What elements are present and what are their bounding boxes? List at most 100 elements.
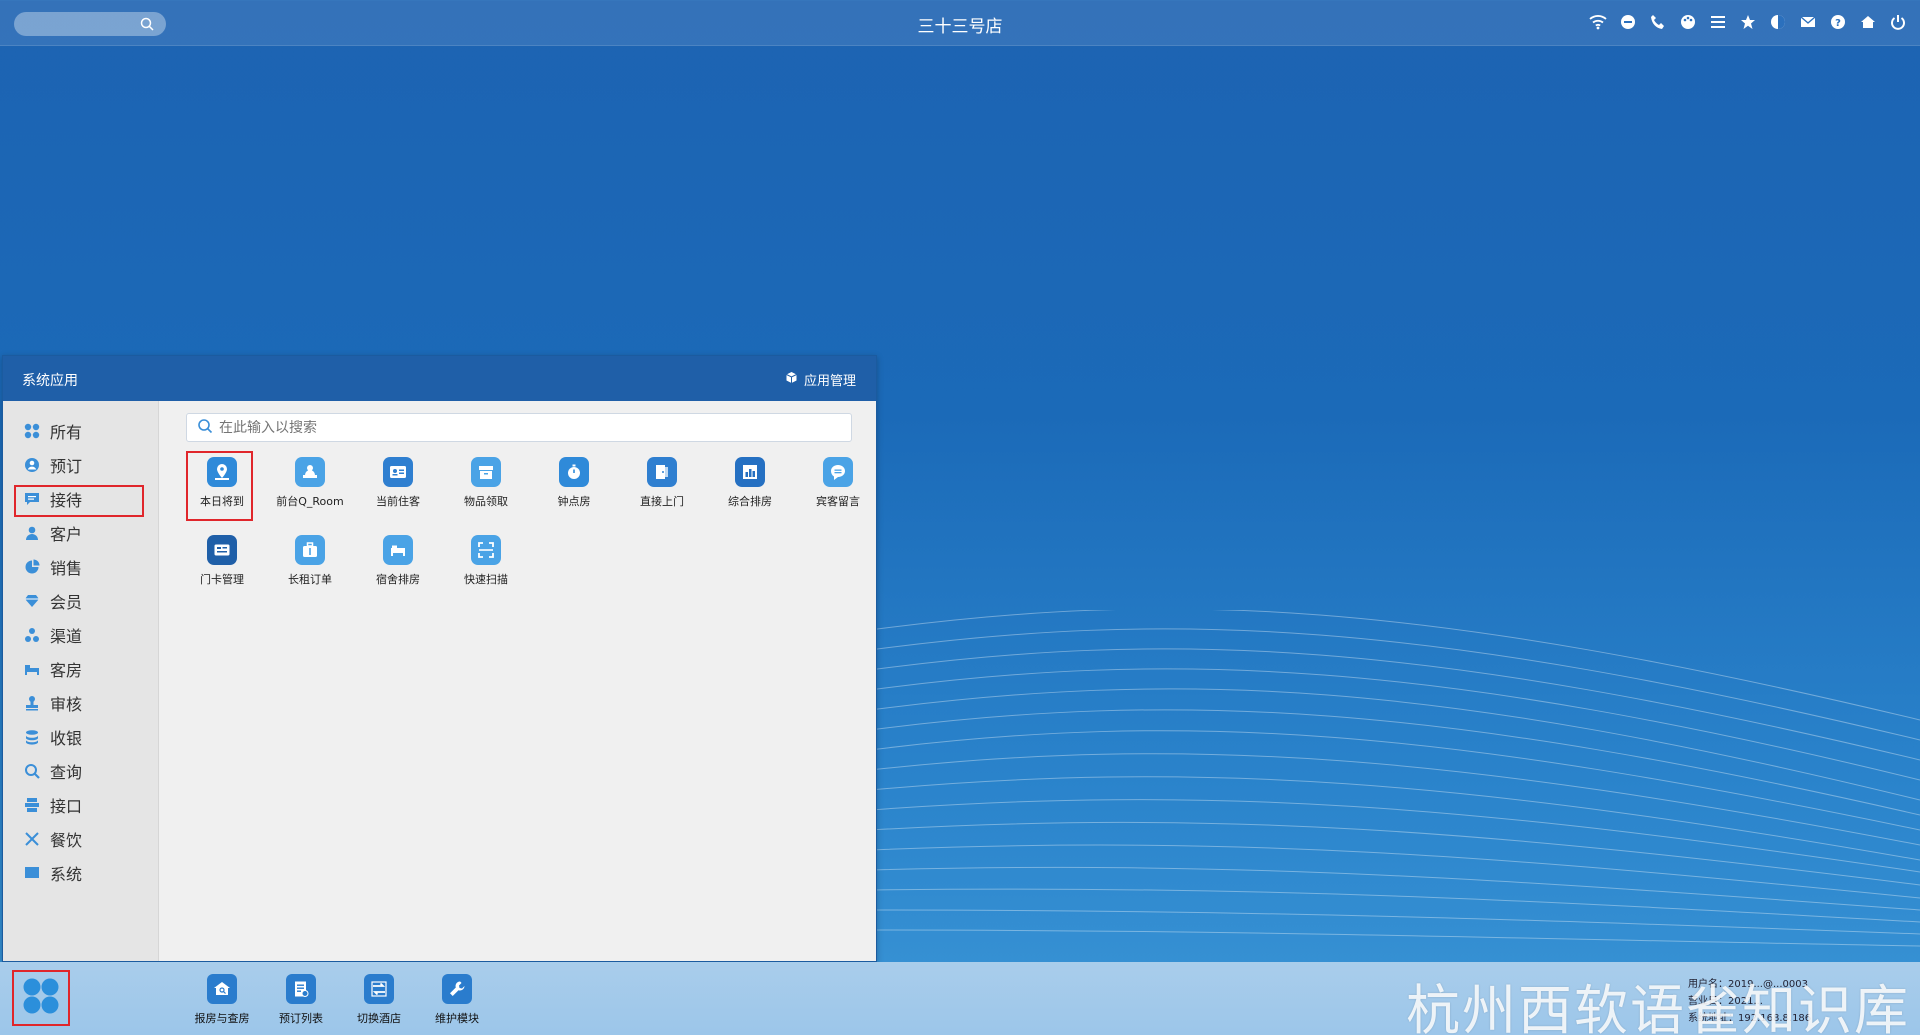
taskbar-label: 报房与查房 <box>194 1012 250 1025</box>
top-toolbar: ? <box>1588 12 1908 32</box>
sidebar-item-reception[interactable]: 接待 <box>3 482 158 517</box>
sidebar-item-label: 渠道 <box>50 627 83 646</box>
sidebar-item-cashier[interactable]: 收银 <box>3 720 158 754</box>
wave-decoration <box>870 610 1920 947</box>
monitor-icon <box>23 864 41 882</box>
map-pin-icon <box>207 457 237 487</box>
sidebar-item-label: 客房 <box>50 661 83 680</box>
sidebar-item-label: 会员 <box>50 593 83 612</box>
search-icon <box>23 762 41 780</box>
app-hourly-room[interactable]: 钟点房 <box>530 457 618 517</box>
sidebar-item-label: 接待 <box>50 491 83 510</box>
app-door-card[interactable]: 门卡管理 <box>178 535 266 595</box>
utensils-icon <box>23 830 41 848</box>
taskbar: 报房与查房 预订列表 切换酒店 维护模块 用户名：2019...@...0003… <box>0 962 1920 1035</box>
app-label: 宾客留言 <box>816 495 860 508</box>
comment-icon <box>823 457 853 487</box>
sidebar-item-label: 审核 <box>50 695 83 714</box>
sidebar-item-label: 收银 <box>50 729 83 748</box>
taskbar-room-status[interactable]: 报房与查房 <box>187 974 257 1026</box>
app-area: 本日将到 前台Q_Room 当前住客 物品领取 钟点房 直接上门 <box>160 401 876 961</box>
sidebar-item-sales[interactable]: 销售 <box>3 550 158 584</box>
window-header: 系统应用 应用管理 <box>3 356 876 401</box>
sidebar-item-label: 系统 <box>50 865 83 884</box>
sidebar-item-dining[interactable]: 餐饮 <box>3 822 158 856</box>
message-icon <box>23 490 41 508</box>
taskbar-label: 维护模块 <box>435 1012 479 1025</box>
top-bar: 三十三号店 ? <box>0 0 1920 46</box>
sidebar-item-booking[interactable]: 预订 <box>3 448 158 482</box>
svg-text:?: ? <box>1835 18 1841 29</box>
sidebar-item-label: 餐饮 <box>50 831 83 850</box>
briefcase-icon <box>295 535 325 565</box>
reception-icon <box>295 457 325 487</box>
sidebar-item-channel[interactable]: 渠道 <box>3 618 158 652</box>
sidebar-item-label: 所有 <box>50 423 83 442</box>
app-arrivals-today[interactable]: 本日将到 <box>178 451 266 521</box>
start-menu-button[interactable] <box>12 970 70 1026</box>
app-manage-label: 应用管理 <box>803 374 856 389</box>
home-icon[interactable] <box>1858 12 1878 32</box>
app-walk-in[interactable]: 直接上门 <box>618 457 706 517</box>
sidebar-item-label: 客户 <box>50 525 83 544</box>
mail-icon[interactable] <box>1798 12 1818 32</box>
help-icon[interactable]: ? <box>1828 12 1848 32</box>
sidebar-item-customer[interactable]: 客户 <box>3 516 158 550</box>
contrast-icon[interactable] <box>1768 12 1788 32</box>
sidebar-item-member[interactable]: 会员 <box>3 584 158 618</box>
wifi-icon[interactable] <box>1588 12 1608 32</box>
app-manage-button[interactable]: 应用管理 <box>785 370 856 389</box>
window-title: 系统应用 <box>22 373 78 389</box>
sidebar-item-label: 查询 <box>50 763 83 782</box>
grid-icon <box>23 422 41 440</box>
sidebar-item-audit[interactable]: 审核 <box>3 686 158 720</box>
app-label: 物品领取 <box>464 495 508 508</box>
app-front-desk-qroom[interactable]: 前台Q_Room <box>266 457 354 517</box>
sidebar-item-label: 销售 <box>50 559 83 578</box>
chat-icon[interactable] <box>1618 12 1638 32</box>
sidebar-item-system[interactable]: 系统 <box>3 856 158 890</box>
app-label: 直接上门 <box>640 495 684 508</box>
door-icon <box>647 457 677 487</box>
app-search-input[interactable] <box>219 419 819 436</box>
palette-icon[interactable] <box>1678 12 1698 32</box>
menu-icon[interactable] <box>1708 12 1728 32</box>
card-icon <box>207 535 237 565</box>
taskbar-label: 切换酒店 <box>357 1012 401 1025</box>
app-quick-scan[interactable]: 快速扫描 <box>442 535 530 595</box>
list-icon <box>286 974 316 1004</box>
stopwatch-icon <box>559 457 589 487</box>
taskbar-maintenance[interactable]: 维护模块 <box>422 974 492 1026</box>
sidebar-item-label: 预订 <box>50 457 83 476</box>
app-current-guests[interactable]: 当前住客 <box>354 457 442 517</box>
phone-icon[interactable] <box>1648 12 1668 32</box>
app-label: 当前住客 <box>376 495 420 508</box>
bed-icon <box>383 535 413 565</box>
app-guest-messages[interactable]: 宾客留言 <box>794 457 882 517</box>
app-label: 门卡管理 <box>200 573 244 586</box>
app-label: 本日将到 <box>200 495 244 508</box>
sidebar-item-query[interactable]: 查询 <box>3 754 158 788</box>
sidebar-item-interface[interactable]: 接口 <box>3 788 158 822</box>
switch-icon <box>364 974 394 1004</box>
pie-chart-icon <box>23 558 41 576</box>
app-item-pickup[interactable]: 物品领取 <box>442 457 530 517</box>
taskbar-switch-hotel[interactable]: 切换酒店 <box>344 974 414 1026</box>
star-icon[interactable] <box>1738 12 1758 32</box>
wrench-icon <box>442 974 472 1004</box>
power-icon[interactable] <box>1888 12 1908 32</box>
interface-icon <box>23 796 41 814</box>
taskbar-booking-list[interactable]: 预订列表 <box>266 974 336 1026</box>
nodes-icon <box>23 626 41 644</box>
system-apps-window: 系统应用 应用管理 所有 预订 接待 客户 销售 会员 渠道 客房 审核 收银 … <box>2 355 877 962</box>
app-search-box[interactable] <box>186 413 852 442</box>
app-long-rental[interactable]: 长租订单 <box>266 535 354 595</box>
scan-icon <box>471 535 501 565</box>
sidebar-item-all[interactable]: 所有 <box>3 414 158 448</box>
house-search-icon <box>207 974 237 1004</box>
sidebar-item-rooms[interactable]: 客房 <box>3 652 158 686</box>
app-room-assignment[interactable]: 综合排房 <box>706 457 794 517</box>
app-dorm-assignment[interactable]: 宿舍排房 <box>354 535 442 595</box>
room-plan-icon <box>735 457 765 487</box>
taskbar-label: 预订列表 <box>279 1012 323 1025</box>
